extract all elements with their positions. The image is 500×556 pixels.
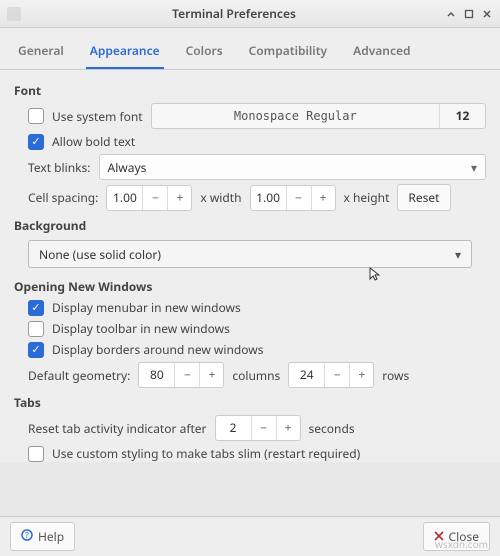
cell-width-dec[interactable]: − <box>143 186 167 210</box>
cell-height-spin[interactable]: 1.00 − + <box>250 185 336 211</box>
panel: Font Use system font Monospace Regular 1… <box>0 70 500 462</box>
tab-colors[interactable]: Colors <box>182 36 227 69</box>
default-geometry-label: Default geometry: <box>28 367 130 384</box>
watermark: wsxdn.com <box>435 537 488 551</box>
text-blinks-label: Text blinks: <box>28 159 91 176</box>
cell-width-inc[interactable]: + <box>167 186 191 210</box>
chevron-down-icon: ▾ <box>455 246 461 263</box>
chevron-down-icon: ▾ <box>471 159 477 176</box>
tab-bar: General Appearance Colors Compatibility … <box>0 28 500 70</box>
columns-dec[interactable]: − <box>175 363 199 387</box>
slim-tabs-label: Use custom styling to make tabs slim (re… <box>52 445 360 462</box>
text-blinks-value: Always <box>108 159 471 176</box>
seconds-label: seconds <box>309 420 355 437</box>
background-section-label: Background <box>14 217 486 234</box>
minimize-icon[interactable] <box>444 7 458 21</box>
tab-general[interactable]: General <box>14 36 68 69</box>
tab-advanced[interactable]: Advanced <box>349 36 414 69</box>
slim-tabs-checkbox[interactable] <box>28 446 44 462</box>
help-icon: ? <box>21 528 33 545</box>
display-toolbar-checkbox[interactable] <box>28 321 44 337</box>
cell-height-value: 1.00 <box>251 186 287 210</box>
rows-spin[interactable]: 24 − + <box>288 362 374 388</box>
reset-indicator-dec[interactable]: − <box>252 416 276 440</box>
tab-appearance[interactable]: Appearance <box>86 36 164 69</box>
rows-dec[interactable]: − <box>325 363 349 387</box>
display-borders-label: Display borders around new windows <box>52 341 263 358</box>
reset-indicator-label: Reset tab activity indicator after <box>28 420 207 437</box>
x-width-label: x width <box>200 189 241 206</box>
columns-value: 80 <box>139 363 175 387</box>
help-label: Help <box>38 528 64 545</box>
font-section-label: Font <box>14 82 486 99</box>
svg-text:?: ? <box>25 530 29 541</box>
reset-indicator-inc[interactable]: + <box>276 416 300 440</box>
newwin-section-label: Opening New Windows <box>14 278 486 295</box>
display-menubar-checkbox[interactable] <box>28 300 44 316</box>
cell-width-spin[interactable]: 1.00 − + <box>106 185 192 211</box>
font-chooser[interactable]: Monospace Regular 12 <box>151 103 486 129</box>
rows-label: rows <box>382 367 409 384</box>
columns-spin[interactable]: 80 − + <box>138 362 224 388</box>
tabs-section-label: Tabs <box>14 394 486 411</box>
allow-bold-label: Allow bold text <box>52 133 135 150</box>
cell-height-inc[interactable]: + <box>311 186 335 210</box>
font-size: 12 <box>439 104 485 128</box>
help-button[interactable]: ? Help <box>10 522 75 551</box>
cell-height-dec[interactable]: − <box>287 186 311 210</box>
reset-indicator-spin[interactable]: 2 − + <box>215 415 301 441</box>
x-height-label: x height <box>344 189 390 206</box>
font-name: Monospace Regular <box>152 109 439 123</box>
cell-spacing-label: Cell spacing: <box>28 189 98 206</box>
display-toolbar-label: Display toolbar in new windows <box>52 320 230 337</box>
reset-indicator-value: 2 <box>216 416 252 440</box>
close-icon[interactable] <box>480 7 494 21</box>
rows-inc[interactable]: + <box>349 363 373 387</box>
columns-inc[interactable]: + <box>199 363 223 387</box>
reset-button[interactable]: Reset <box>397 184 450 211</box>
window-title: Terminal Preferences <box>28 5 440 22</box>
use-system-font-checkbox[interactable] <box>28 108 44 124</box>
background-value: None (use solid color) <box>39 246 455 263</box>
footer: ? Help Close <box>0 516 500 556</box>
maximize-icon[interactable] <box>462 7 476 21</box>
display-menubar-label: Display menubar in new windows <box>52 299 241 316</box>
display-borders-checkbox[interactable] <box>28 342 44 358</box>
cell-width-value: 1.00 <box>107 186 143 210</box>
tab-compatibility[interactable]: Compatibility <box>245 36 332 69</box>
allow-bold-checkbox[interactable] <box>28 134 44 150</box>
cursor-pointer-icon <box>366 266 382 282</box>
app-icon <box>6 6 22 22</box>
use-system-font-label: Use system font <box>52 108 143 125</box>
background-combo[interactable]: None (use solid color) ▾ <box>28 240 472 268</box>
columns-label: columns <box>232 367 280 384</box>
rows-value: 24 <box>289 363 325 387</box>
titlebar: Terminal Preferences <box>0 0 500 28</box>
text-blinks-combo[interactable]: Always ▾ <box>99 154 486 180</box>
